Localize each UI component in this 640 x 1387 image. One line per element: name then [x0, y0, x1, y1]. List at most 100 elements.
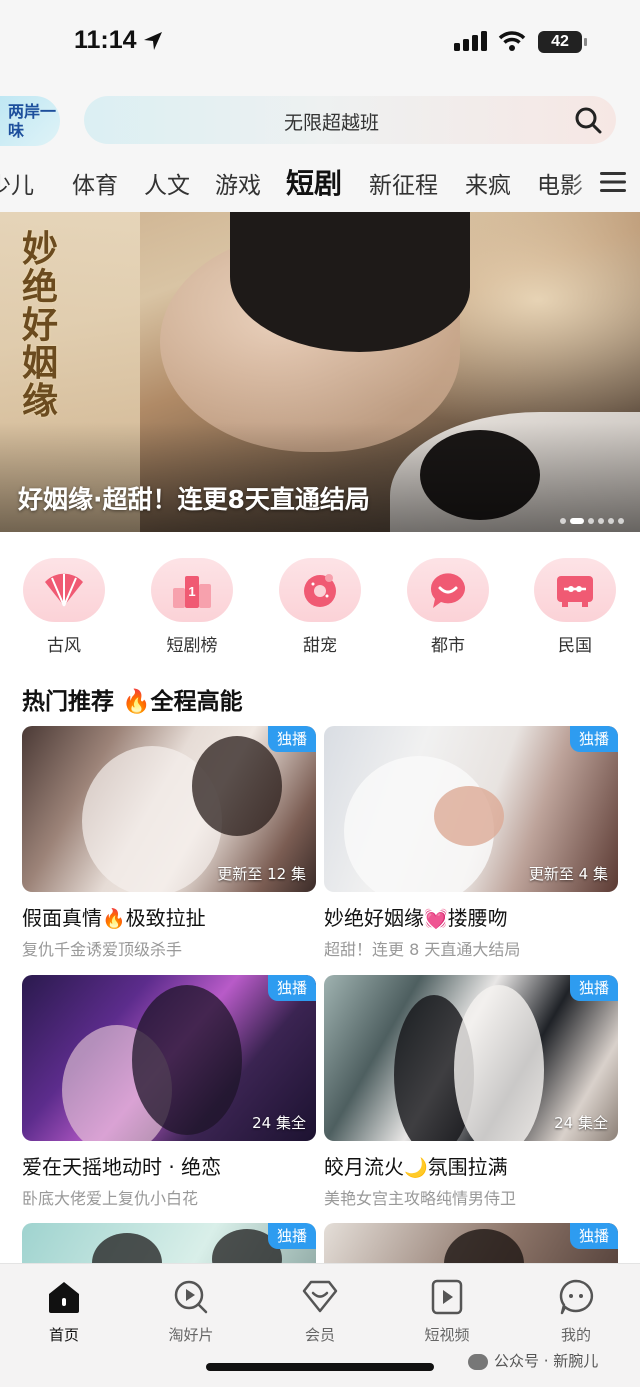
- banner-calligraphy-logo: 妙绝好姻缘: [22, 228, 59, 422]
- drama-title-text: 皎月流火: [324, 1155, 404, 1179]
- vip-diamond-icon: [302, 1280, 338, 1313]
- drama-title: 爱在天摇地动时 · 绝恋: [22, 1151, 316, 1180]
- category-tabs: 少儿 体育 人文 游戏 短剧 新征程 来疯 电影: [0, 152, 640, 212]
- status-bar: 11:14 42: [0, 0, 640, 88]
- nav-label: 淘好片: [168, 1326, 214, 1344]
- tab-new-journey[interactable]: 新征程: [369, 166, 438, 200]
- category-republican[interactable]: 民国: [530, 558, 620, 656]
- brand-logo[interactable]: 两岸一味: [0, 96, 60, 146]
- category-label: 甜宠: [303, 636, 337, 656]
- thumb-figure: [132, 985, 242, 1135]
- discover-icon: [174, 1280, 208, 1314]
- category-label: 短剧榜: [166, 636, 218, 656]
- nav-home[interactable]: 首页: [14, 1278, 114, 1345]
- episode-status: 24 集全: [252, 1114, 306, 1132]
- drama-card[interactable]: 独播: [22, 1223, 316, 1263]
- drama-title-tag: 氛围拉满: [427, 1155, 508, 1179]
- tab-shaoer[interactable]: 少儿: [0, 166, 34, 200]
- drama-card[interactable]: 独播 更新至 4 集 妙绝好姻缘💓搂腰吻 超甜！连更 8 天直通大结局: [324, 726, 618, 960]
- home-indicator[interactable]: [206, 1363, 434, 1371]
- tab-sports[interactable]: 体育: [72, 166, 118, 200]
- category-bubble: 1: [151, 558, 233, 622]
- drama-thumbnail[interactable]: 独播: [324, 1223, 618, 1263]
- thumb-figure: [92, 1233, 162, 1263]
- tab-short-drama[interactable]: 短剧: [286, 162, 342, 202]
- category-ancient[interactable]: 古风: [19, 558, 109, 656]
- drama-title-text: 妙绝好姻缘: [324, 906, 424, 930]
- nav-label: 短视频: [424, 1326, 470, 1344]
- pagination-dot: [598, 517, 604, 524]
- episode-status: 更新至 4 集: [528, 865, 608, 883]
- wechat-icon: [468, 1353, 488, 1370]
- nav-vip[interactable]: 会员: [270, 1278, 370, 1345]
- episode-status: 更新至 12 集: [217, 865, 306, 883]
- drama-title: 皎月流火🌙氛围拉满: [324, 1151, 618, 1180]
- category-urban[interactable]: 都市: [403, 558, 493, 656]
- nav-profile[interactable]: 我的: [526, 1278, 626, 1345]
- category-bubble: [23, 558, 105, 622]
- category-bubble: [407, 558, 489, 622]
- drama-thumbnail[interactable]: 独播 24 集全: [324, 975, 618, 1141]
- heart-icon: 💓: [424, 908, 448, 930]
- nav-label: 我的: [560, 1326, 591, 1344]
- status-time: 11:14: [74, 26, 137, 54]
- drama-subtitle: 卧底大佬爱上复仇小白花: [22, 1189, 199, 1208]
- thumb-figure: [434, 786, 504, 846]
- exclusive-badge: 独播: [570, 975, 618, 1001]
- nav-short-video[interactable]: 短视频: [397, 1278, 497, 1345]
- tab-games[interactable]: 游戏: [215, 166, 261, 200]
- exclusive-badge: 独播: [570, 1223, 618, 1249]
- nav-label: 会员: [304, 1326, 335, 1344]
- nav-discover[interactable]: 淘好片: [141, 1278, 241, 1345]
- fire-icon: 🔥: [122, 689, 151, 715]
- tab-laifeng[interactable]: 来疯: [465, 166, 511, 200]
- search-bar[interactable]: 无限超越班: [84, 96, 616, 144]
- drama-thumbnail[interactable]: 独播 更新至 4 集: [324, 726, 618, 892]
- drama-card[interactable]: 独播 24 集全 皎月流火🌙氛围拉满 美艳女宫主攻略纯情男侍卫: [324, 975, 618, 1209]
- search-placeholder: 无限超越班: [283, 112, 379, 134]
- drama-title-tag: 搂腰吻: [447, 906, 508, 930]
- drama-card[interactable]: 独播 更新至 12 集 假面真情🔥极致拉扯 复仇千金诱爱顶级杀手: [22, 726, 316, 960]
- category-label: 古风: [47, 636, 81, 656]
- radio-icon: [557, 576, 593, 607]
- pagination-dot: [588, 517, 594, 524]
- drama-title: 妙绝好姻缘💓搂腰吻: [324, 902, 618, 931]
- location-arrow-icon: [144, 32, 162, 50]
- thumb-figure: [454, 985, 544, 1141]
- pagination-dot: [608, 517, 614, 524]
- category-label: 都市: [431, 636, 465, 656]
- battery-indicator: 42: [538, 31, 587, 53]
- drama-card[interactable]: 独播 24 集全 爱在天摇地动时 · 绝恋 卧底大佬爱上复仇小白花: [22, 975, 316, 1209]
- main-content: 古风 1 短剧榜 甜宠 都市 民国 热门推荐 🔥全程高能 独播 更新至 12 集…: [0, 532, 640, 1263]
- section-title: 热门推荐 🔥全程高能: [22, 682, 243, 716]
- thumb-figure: [444, 1229, 524, 1263]
- drama-subtitle: 美艳女宫主攻略纯情男侍卫: [324, 1189, 517, 1208]
- drama-title-text: 爱在天摇地动时 · 绝恋: [22, 1155, 222, 1179]
- category-ranking[interactable]: 1 短剧榜: [147, 558, 237, 656]
- donut-icon: [304, 574, 336, 607]
- drama-title-tag: 极致拉扯: [125, 906, 206, 930]
- drama-title-text: 假面真情: [22, 906, 102, 930]
- hero-banner[interactable]: 妙绝好姻缘 好姻缘·超甜！连更8天直通结局: [0, 212, 640, 532]
- drama-thumbnail[interactable]: 独播: [22, 1223, 316, 1263]
- search-icon[interactable]: [574, 106, 602, 134]
- tab-culture[interactable]: 人文: [144, 166, 190, 200]
- thumb-figure: [192, 736, 282, 836]
- exclusive-badge: 独播: [268, 1223, 316, 1249]
- banner-title: 好姻缘·超甜！连更8天直通结局: [18, 485, 370, 514]
- drama-thumbnail[interactable]: 独播 更新至 12 集: [22, 726, 316, 892]
- menu-icon[interactable]: [600, 170, 626, 194]
- drama-subtitle: 复仇千金诱爱顶级杀手: [22, 940, 183, 959]
- drama-subtitle: 超甜！连更 8 天直通大结局: [324, 940, 521, 959]
- watermark-text: 公众号 · 新腕儿: [494, 1352, 599, 1370]
- exclusive-badge: 独播: [570, 726, 618, 752]
- category-sweet[interactable]: 甜宠: [275, 558, 365, 656]
- drama-card[interactable]: 独播: [324, 1223, 618, 1263]
- drama-thumbnail[interactable]: 独播 24 集全: [22, 975, 316, 1141]
- banner-pagination: [556, 510, 624, 524]
- category-label: 民国: [558, 636, 592, 656]
- category-bubble: [279, 558, 361, 622]
- header: 两岸一味 无限超越班: [0, 88, 640, 152]
- cellular-signal-icon: [454, 31, 487, 51]
- exclusive-badge: 独播: [268, 975, 316, 1001]
